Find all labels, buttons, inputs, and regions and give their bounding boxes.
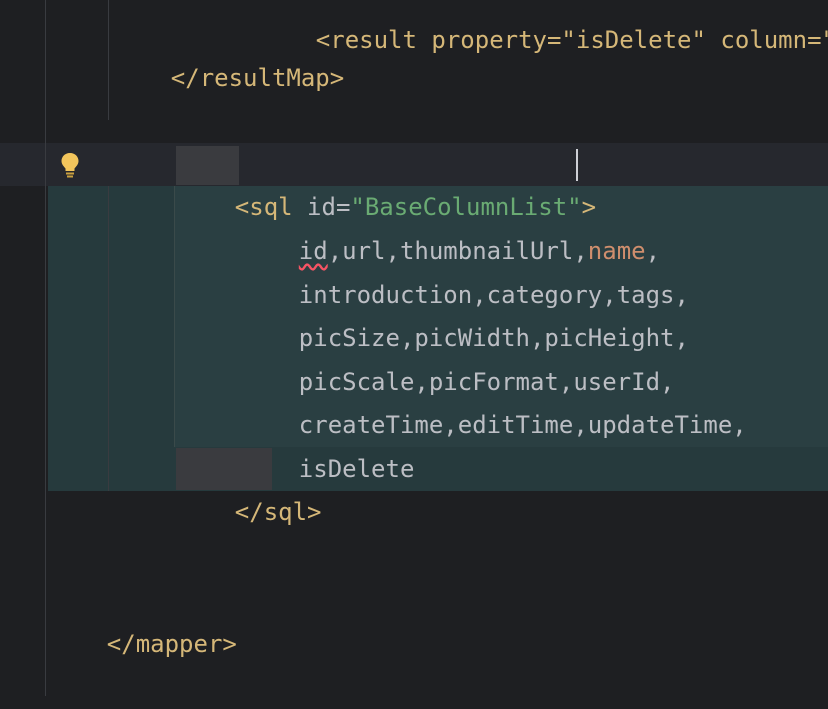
sql-close-tag: </sql> — [234, 498, 322, 526]
indent-guide — [108, 0, 109, 120]
code-line[interactable]: </resultMap> — [113, 14, 344, 92]
code-editor[interactable]: <result property="isDelete" column="i </… — [0, 0, 828, 696]
code-line[interactable]: </mapper> — [49, 580, 237, 658]
mapper-close-tag: </mapper> — [106, 630, 237, 658]
code-line[interactable]: isDelete — [241, 405, 415, 483]
indent-guide — [108, 186, 109, 491]
code-line[interactable]: <sql id="BaseColumnList"> — [177, 143, 596, 221]
code-line[interactable]: picSize,picWidth,picHeight, — [241, 274, 689, 352]
lightbulb-icon[interactable] — [60, 152, 80, 178]
text-caret — [576, 149, 578, 181]
code-line[interactable]: </sql> — [177, 448, 322, 526]
code-line[interactable]: introduction,category,tags, — [241, 231, 689, 309]
code-line[interactable]: id,url,thumbnailUrl,name, — [241, 187, 660, 265]
partial-line-text: <result property="isDelete" column="i — [315, 26, 828, 54]
resultmap-close-tag: </resultMap> — [170, 64, 345, 92]
code-line[interactable]: createTime,editTime,updateTime, — [241, 361, 747, 439]
gutter-separator — [45, 0, 46, 696]
indent-guide — [174, 186, 175, 447]
code-line[interactable]: picScale,picFormat,userId, — [241, 318, 675, 396]
